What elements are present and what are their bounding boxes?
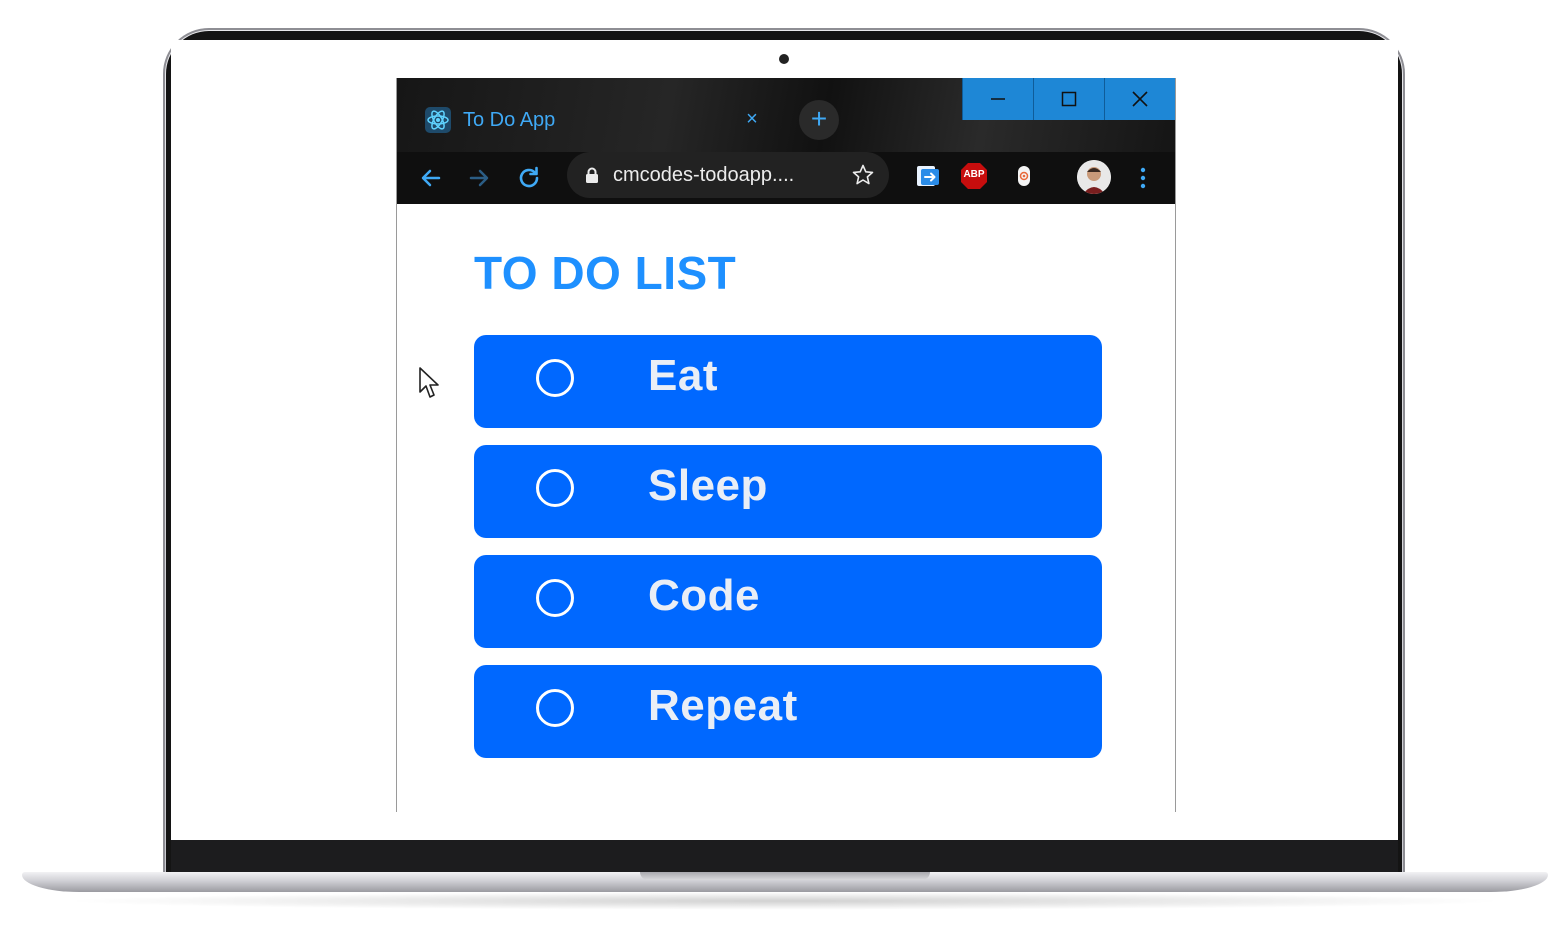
laptop-shadow bbox=[60, 892, 1510, 910]
tab-title: To Do App bbox=[463, 108, 556, 131]
back-arrow-icon bbox=[421, 169, 441, 187]
window-controls bbox=[962, 78, 1175, 120]
react-favicon-icon bbox=[425, 107, 451, 133]
todo-list: Eat Sleep Code Repeat bbox=[474, 335, 1102, 775]
more-menu-icon[interactable] bbox=[1139, 164, 1147, 192]
checkbox-circle-icon[interactable] bbox=[536, 469, 574, 507]
close-icon bbox=[1132, 91, 1148, 107]
reload-icon bbox=[519, 166, 539, 188]
browser-toolbar: cmcodes-todoapp.... ABP bbox=[397, 152, 1175, 204]
todo-item-repeat[interactable]: Repeat bbox=[474, 665, 1102, 758]
laptop-notch bbox=[640, 872, 930, 880]
mouse-cursor-icon bbox=[419, 367, 439, 398]
todo-item-label: Code bbox=[648, 571, 760, 620]
back-button[interactable] bbox=[415, 162, 447, 194]
bookmark-star-icon[interactable] bbox=[851, 163, 875, 187]
close-window-button[interactable] bbox=[1104, 78, 1175, 120]
url-text: cmcodes-todoapp.... bbox=[613, 163, 795, 186]
lock-icon bbox=[586, 167, 598, 183]
share-extension-icon[interactable] bbox=[915, 163, 941, 189]
page-content: TO DO LIST Eat Sleep Code Repeat bbox=[397, 204, 1175, 812]
todo-item-code[interactable]: Code bbox=[474, 555, 1102, 648]
profile-avatar[interactable] bbox=[1077, 160, 1111, 194]
minimize-button[interactable] bbox=[962, 78, 1033, 120]
forward-arrow-icon bbox=[469, 169, 489, 187]
maximize-button[interactable] bbox=[1033, 78, 1104, 120]
avatar-icon bbox=[1077, 160, 1111, 194]
todo-item-sleep[interactable]: Sleep bbox=[474, 445, 1102, 538]
camera-icon bbox=[779, 54, 789, 64]
new-tab-button[interactable]: + bbox=[799, 100, 839, 140]
checkbox-circle-icon[interactable] bbox=[536, 689, 574, 727]
laptop-screen-chin bbox=[171, 840, 1398, 872]
checkbox-circle-icon[interactable] bbox=[536, 359, 574, 397]
todo-item-label: Sleep bbox=[648, 461, 768, 510]
browser-titlebar: To Do App × + bbox=[397, 78, 1175, 152]
todo-item-eat[interactable]: Eat bbox=[474, 335, 1102, 428]
todo-item-label: Eat bbox=[648, 351, 718, 400]
adblock-label: ABP bbox=[963, 169, 985, 180]
page-title: TO DO LIST bbox=[474, 247, 737, 299]
adblock-plus-icon[interactable]: ABP bbox=[960, 162, 988, 190]
browser-tab[interactable]: To Do App × bbox=[411, 100, 783, 140]
fingerprint-extension-icon[interactable] bbox=[1011, 163, 1037, 189]
address-bar[interactable]: cmcodes-todoapp.... bbox=[567, 152, 889, 198]
checkbox-circle-icon[interactable] bbox=[536, 579, 574, 617]
reload-button[interactable] bbox=[513, 162, 545, 194]
maximize-icon bbox=[1061, 91, 1077, 107]
minimize-icon bbox=[991, 98, 1005, 100]
todo-item-label: Repeat bbox=[648, 681, 798, 730]
browser-window: To Do App × + cmcodes-todoapp.... ABP TO… bbox=[396, 78, 1176, 812]
forward-button[interactable] bbox=[463, 162, 495, 194]
tab-close-icon[interactable]: × bbox=[741, 108, 763, 130]
